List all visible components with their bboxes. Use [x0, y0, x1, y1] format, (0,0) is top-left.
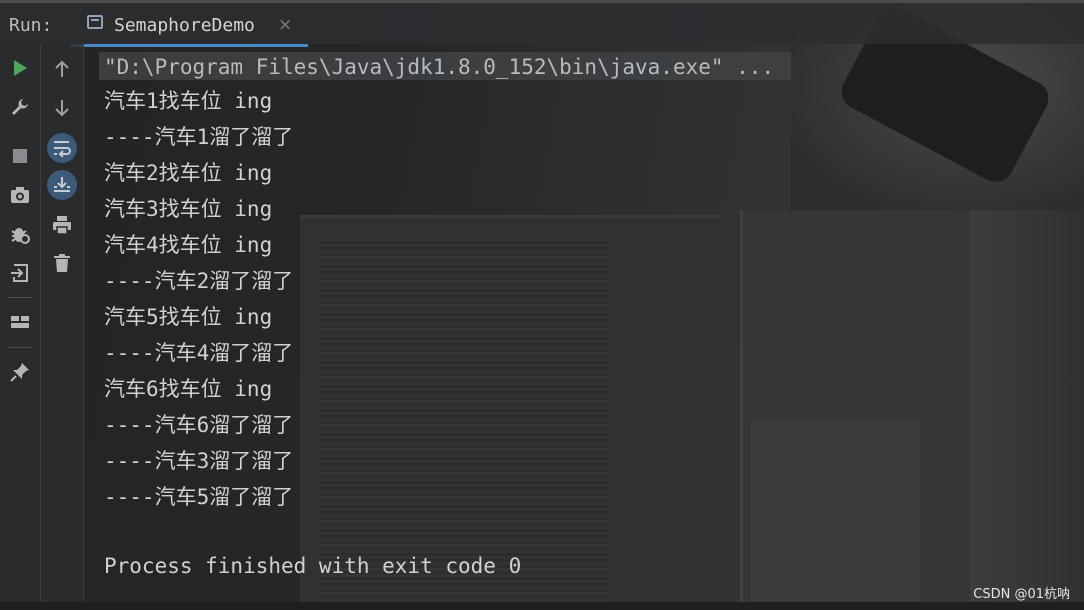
- command-text: "D:\Program Files\Java\jdk1.8.0_152\bin\…: [104, 55, 775, 79]
- exit-message: Process finished with exit code 0: [104, 554, 522, 578]
- arrow-up-icon[interactable]: [47, 54, 77, 84]
- console-tab-icon: [87, 15, 103, 29]
- output-line: ----汽车2溜了溜了: [104, 269, 294, 293]
- output-line: ----汽车1溜了溜了: [104, 125, 294, 149]
- run-icon[interactable]: [5, 53, 35, 83]
- output-line: 汽车1找车位 ing: [104, 89, 273, 113]
- stop-icon[interactable]: [5, 141, 35, 171]
- output-line: ----汽车4溜了溜了: [104, 341, 294, 365]
- close-icon[interactable]: ×: [278, 15, 292, 35]
- run-toolbar-primary: [0, 44, 41, 604]
- print-icon[interactable]: [47, 210, 77, 240]
- login-icon[interactable]: [5, 258, 35, 288]
- run-tool-window-header: Run: SemaphoreDemo ×: [0, 0, 1084, 47]
- output-line: 汽车5找车位 ing: [104, 305, 273, 329]
- watermark: CSDN @01杭呐: [973, 587, 1070, 602]
- output-line: 汽车6找车位 ing: [104, 377, 273, 401]
- pin-icon[interactable]: [5, 357, 35, 387]
- wrench-icon[interactable]: [5, 92, 35, 122]
- output-line: ----汽车3溜了溜了: [104, 449, 294, 473]
- console-output[interactable]: "D:\Program Files\Java\jdk1.8.0_152\bin\…: [86, 44, 1084, 604]
- output-line: 汽车4找车位 ing: [104, 233, 273, 257]
- bug-icon[interactable]: [5, 219, 35, 249]
- run-toolbar-secondary: [41, 44, 84, 604]
- output-line: ----汽车6溜了溜了: [104, 413, 294, 437]
- output-line: ----汽车5溜了溜了: [104, 485, 294, 509]
- camera-icon[interactable]: [5, 180, 35, 210]
- command-line[interactable]: "D:\Program Files\Java\jdk1.8.0_152\bin\…: [99, 52, 791, 80]
- output-line: 汽车2找车位 ing: [104, 161, 273, 185]
- tab-label: SemaphoreDemo: [114, 15, 255, 36]
- output-line: 汽车3找车位 ing: [104, 197, 273, 221]
- bottom-divider: [0, 602, 1084, 610]
- layout-icon[interactable]: [5, 307, 35, 337]
- trash-icon[interactable]: [47, 248, 77, 278]
- soft-wrap-icon[interactable]: [47, 133, 77, 163]
- arrow-down-icon[interactable]: [47, 93, 77, 123]
- tab-semaphoredemo[interactable]: SemaphoreDemo ×: [70, 3, 308, 47]
- scroll-to-end-icon[interactable]: [47, 170, 77, 200]
- run-label: Run:: [9, 15, 53, 36]
